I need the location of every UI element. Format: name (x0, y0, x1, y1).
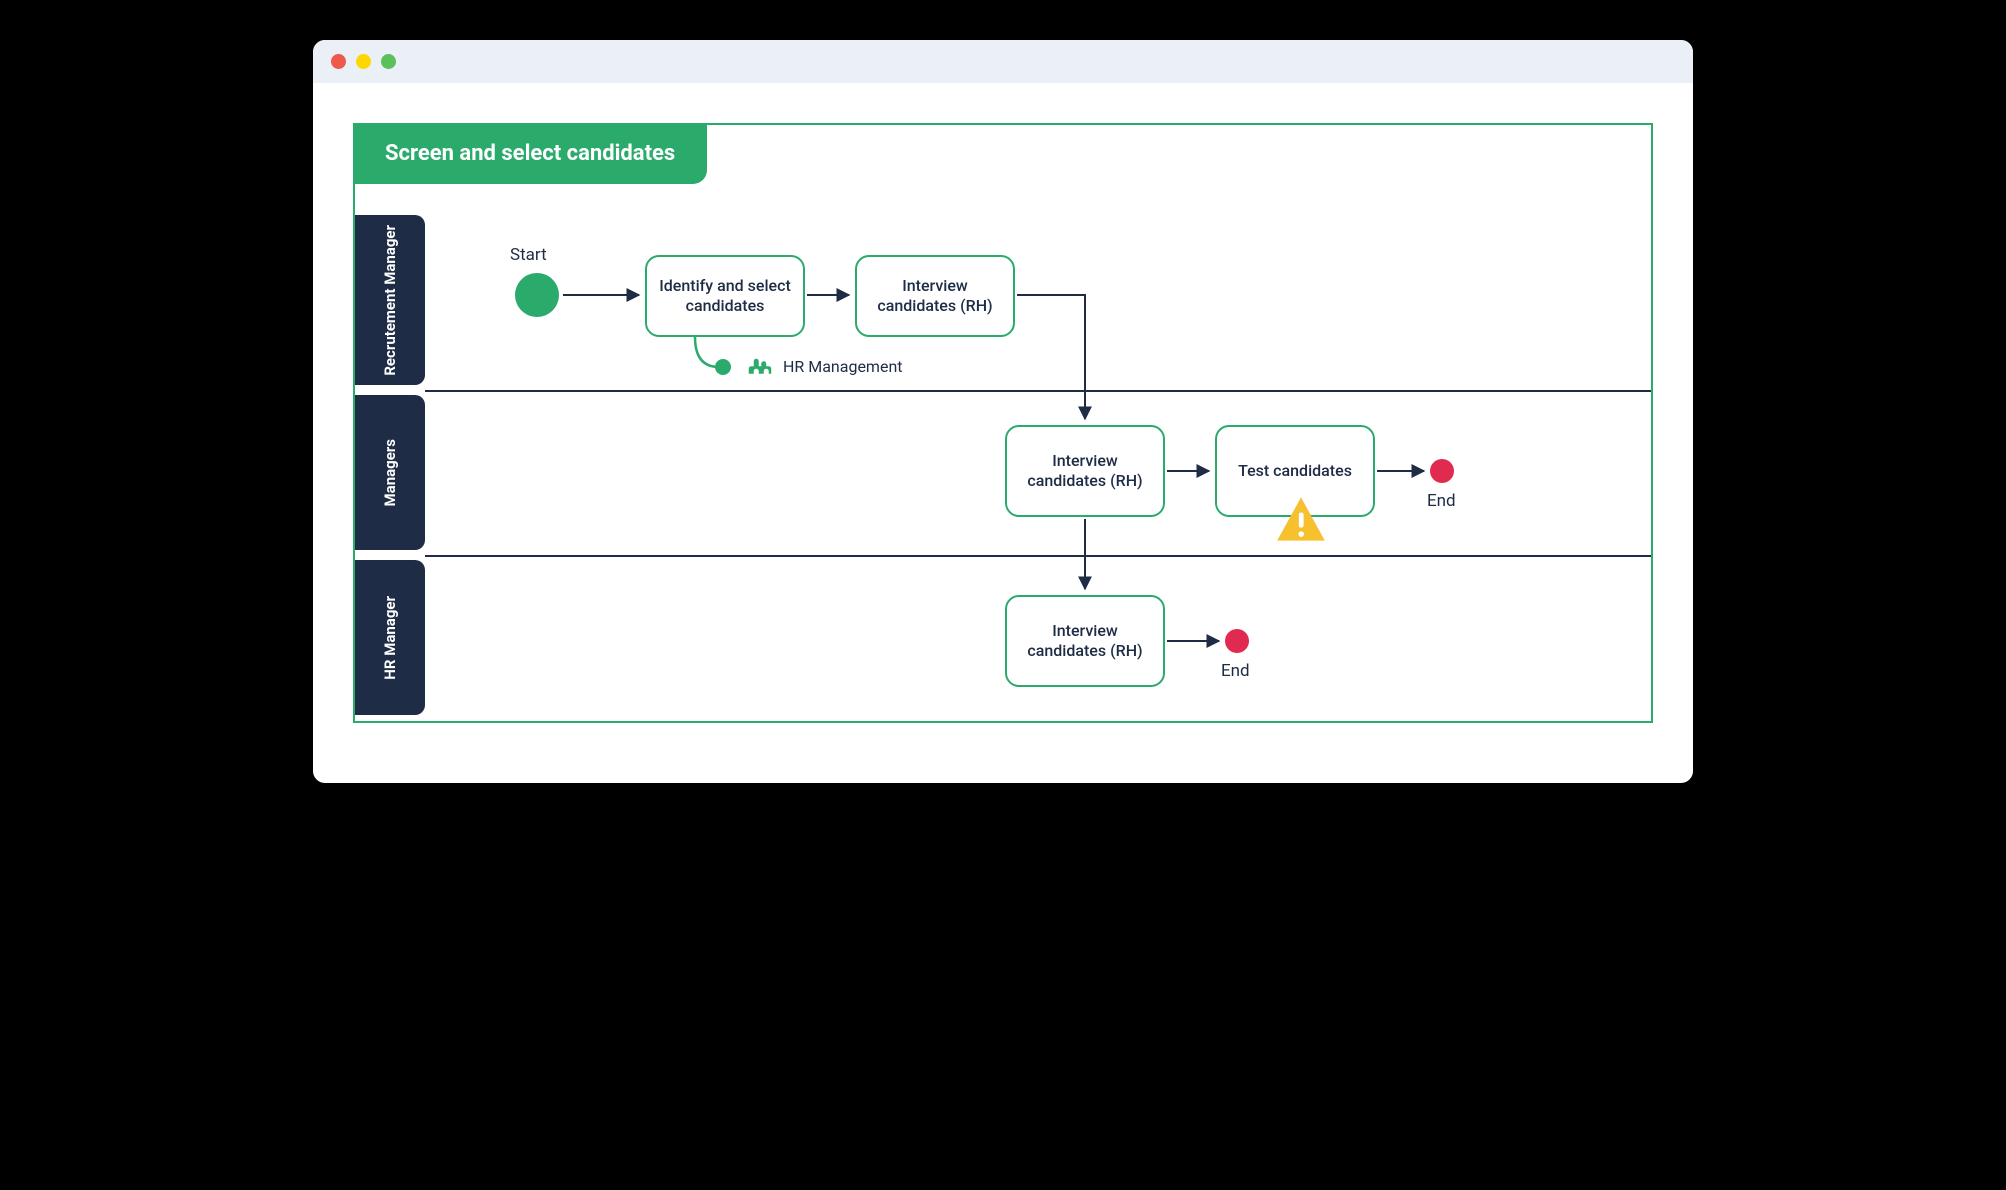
warning-icon (1275, 495, 1327, 547)
task-identify-select[interactable]: Identify and select candidates (645, 255, 805, 337)
lane-label-text: Managers (381, 433, 399, 512)
window: Screen and select candidates Recrutement… (313, 40, 1693, 783)
end-event-1[interactable] (1430, 459, 1454, 483)
end-label-1: End (1427, 491, 1456, 511)
lane-recruitment-manager: Recrutement Manager (355, 215, 425, 385)
bpmn-diagram: Screen and select candidates Recrutement… (353, 123, 1653, 723)
traffic-zoom-icon[interactable] (381, 54, 396, 69)
lane-hr-manager: HR Manager (355, 560, 425, 715)
task-interview-rh-3[interactable]: Interview candidates (RH) (1005, 595, 1165, 687)
lane-divider (425, 555, 1651, 557)
task-interview-rh-1[interactable]: Interview candidates (RH) (855, 255, 1015, 337)
titlebar (313, 40, 1693, 83)
start-label: Start (510, 245, 547, 265)
subprocess-label: HR Management (783, 357, 903, 376)
start-event[interactable] (515, 273, 559, 317)
subprocess-dot-icon (715, 359, 731, 375)
lane-label-text: Recrutement Manager (381, 219, 399, 382)
lane-divider (425, 390, 1651, 392)
content: Screen and select candidates Recrutement… (313, 83, 1693, 783)
lane-managers: Managers (355, 395, 425, 550)
traffic-minimize-icon[interactable] (356, 54, 371, 69)
end-event-2[interactable] (1225, 629, 1249, 653)
lane-label-text: HR Manager (381, 590, 399, 686)
connectors (355, 125, 1651, 721)
end-label-2: End (1221, 661, 1250, 681)
diagram-title: Screen and select candidates (353, 123, 707, 184)
traffic-close-icon[interactable] (331, 54, 346, 69)
task-interview-rh-2[interactable]: Interview candidates (RH) (1005, 425, 1165, 517)
puzzle-icon (745, 350, 775, 384)
